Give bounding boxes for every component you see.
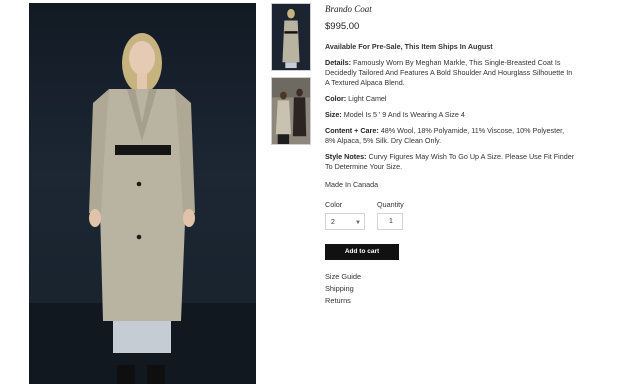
- color-option-label: Color: [325, 200, 343, 209]
- size-value: Model Is 5 ' 9 And Is Wearing A Size 4: [343, 110, 465, 119]
- made-in-text: Made In Canada: [325, 180, 379, 189]
- style-notes-label: Style Notes:: [325, 152, 367, 161]
- quantity-input[interactable]: [377, 213, 403, 230]
- color-select[interactable]: 2 ▼: [325, 213, 365, 230]
- color-text: Color: Light Camel: [325, 94, 575, 104]
- care-text: Content + Care: 48% Wool, 18% Polyamide,…: [325, 126, 575, 146]
- care-label: Content + Care:: [325, 126, 379, 135]
- returns-link[interactable]: Returns: [325, 295, 575, 307]
- thumbnail-front-view[interactable]: [271, 3, 311, 71]
- product-title: Brando Coat: [325, 4, 372, 14]
- color-select-value: 2: [331, 219, 335, 226]
- details-label: Details:: [325, 58, 351, 67]
- size-label: Size:: [325, 110, 342, 119]
- info-links: Size Guide Shipping Returns: [325, 271, 575, 307]
- chevron-down-icon: ▼: [355, 220, 361, 226]
- thumbnail-street-photo[interactable]: [271, 77, 311, 145]
- add-to-cart-button[interactable]: Add to cart: [325, 244, 399, 260]
- size-text: Size: Model Is 5 ' 9 And Is Wearing A Si…: [325, 110, 575, 120]
- size-guide-link[interactable]: Size Guide: [325, 271, 575, 283]
- availability-notice: Available For Pre-Sale, This Item Ships …: [325, 42, 493, 51]
- main-product-image: [29, 3, 256, 384]
- quantity-label: Quantity: [377, 200, 404, 209]
- details-value: Famously Worn By Meghan Markle, This Sin…: [325, 58, 573, 87]
- color-label: Color:: [325, 94, 347, 103]
- option-labels: Color Quantity: [325, 200, 575, 210]
- option-controls: 2 ▼: [325, 213, 575, 231]
- shipping-link[interactable]: Shipping: [325, 283, 575, 295]
- style-notes-text: Style Notes: Curvy Figures May Wish To G…: [325, 152, 575, 172]
- product-price: $995.00: [325, 21, 360, 32]
- details-text: Details: Famously Worn By Meghan Markle,…: [325, 58, 575, 88]
- product-info: Brando Coat $995.00 Available For Pre-Sa…: [325, 3, 575, 307]
- color-value: Light Camel: [348, 94, 387, 103]
